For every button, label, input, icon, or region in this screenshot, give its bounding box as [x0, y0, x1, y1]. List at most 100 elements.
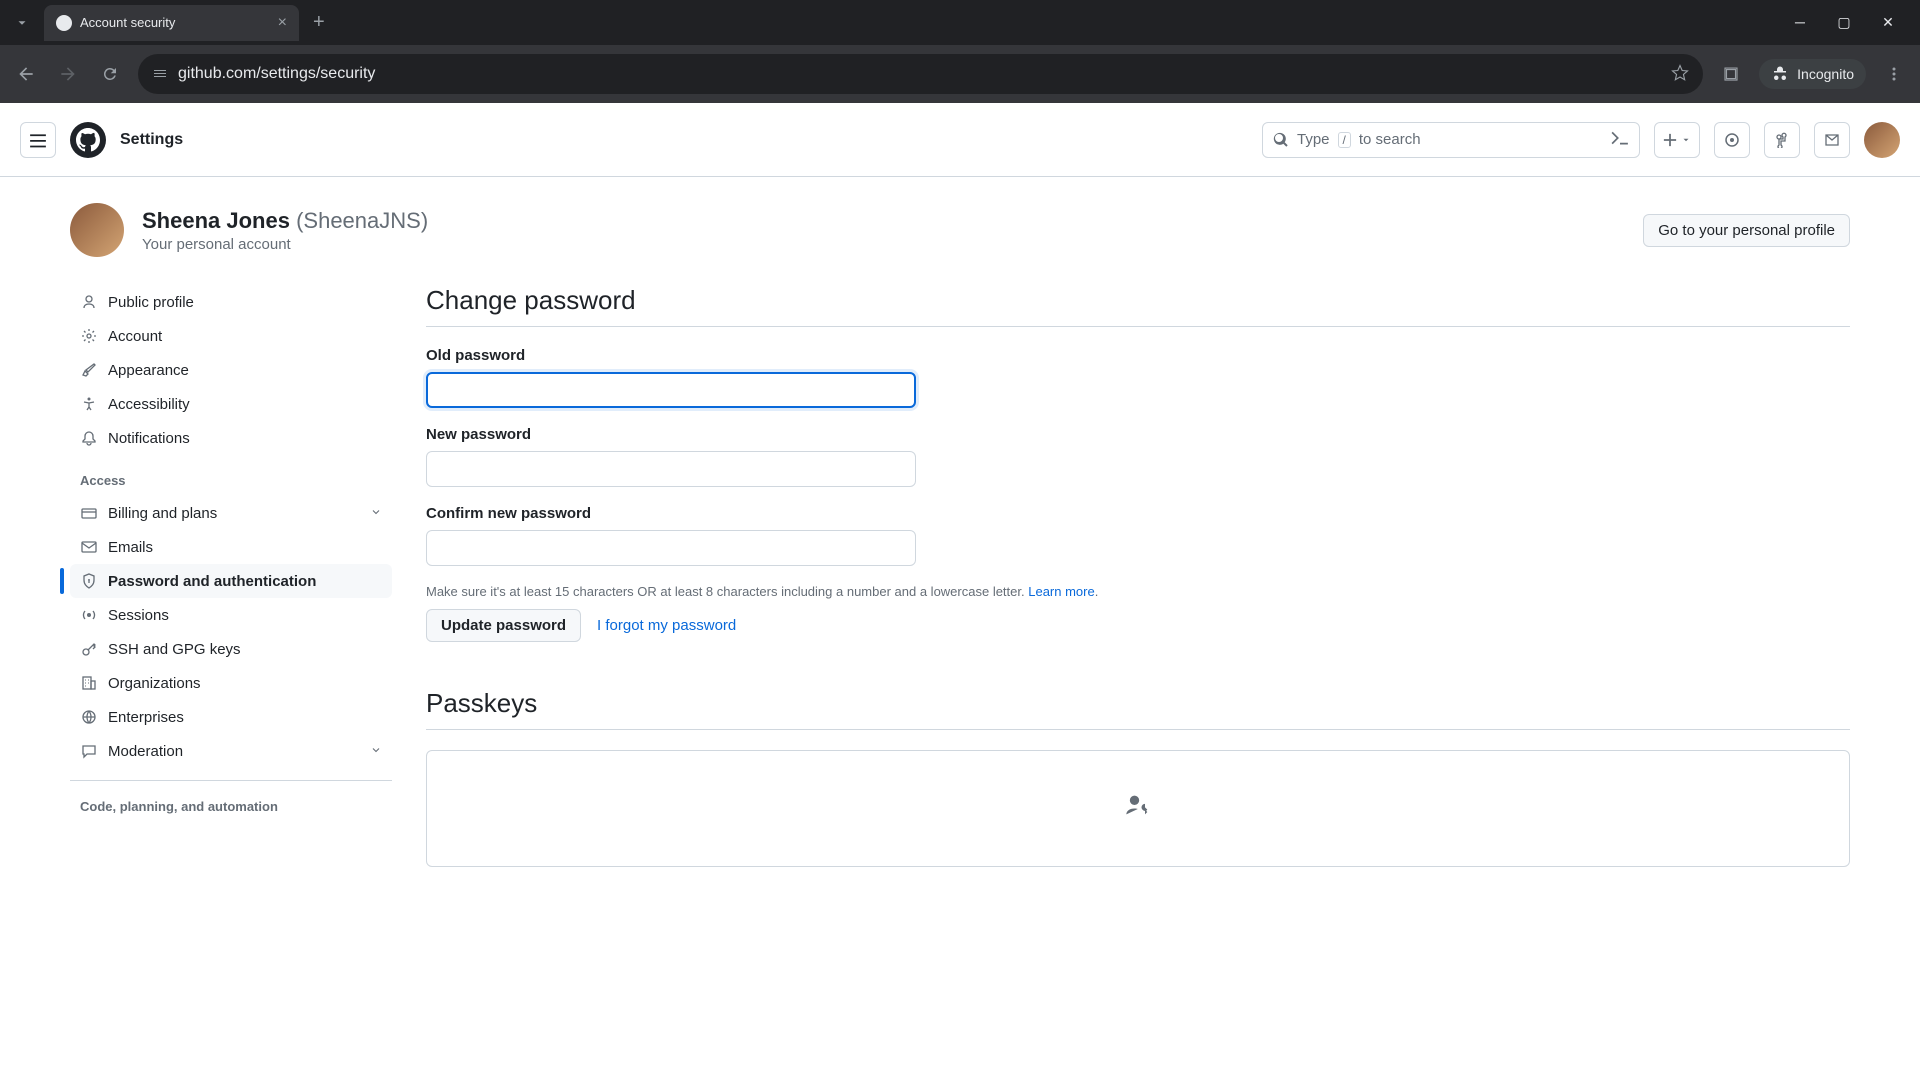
- browser-tab[interactable]: Account security ×: [44, 5, 299, 41]
- github-logo[interactable]: [70, 122, 106, 158]
- sidebar-item-notifications[interactable]: Notifications: [70, 421, 392, 455]
- forgot-password-link[interactable]: I forgot my password: [597, 617, 736, 634]
- incognito-icon: [1771, 65, 1789, 83]
- new-password-label: New password: [426, 426, 1850, 443]
- sidebar-item-account[interactable]: Account: [70, 319, 392, 353]
- old-password-label: Old password: [426, 347, 1850, 364]
- maximize-button[interactable]: ▢: [1832, 14, 1856, 31]
- profile-header: Sheena Jones (SheenaJNS) Your personal a…: [0, 177, 1920, 257]
- user-avatar[interactable]: [1864, 122, 1900, 158]
- passkeys-box: [426, 750, 1850, 867]
- sidebar-item-moderation[interactable]: Moderation: [70, 734, 392, 768]
- sidebar-item-sessions[interactable]: Sessions: [70, 598, 392, 632]
- issues-button[interactable]: [1714, 122, 1750, 158]
- sidebar-item-label: Sessions: [108, 607, 169, 624]
- organization-icon: [80, 674, 98, 692]
- change-password-heading: Change password: [426, 285, 1850, 327]
- go-to-profile-button[interactable]: Go to your personal profile: [1643, 214, 1850, 247]
- passkeys-heading: Passkeys: [426, 688, 1850, 730]
- old-password-input[interactable]: [426, 372, 916, 408]
- create-new-button[interactable]: [1654, 122, 1700, 158]
- sidebar-divider: [70, 780, 392, 781]
- sidebar-item-label: Public profile: [108, 294, 194, 311]
- sidebar-item-appearance[interactable]: Appearance: [70, 353, 392, 387]
- sidebar-group-code: Code, planning, and automation: [70, 793, 392, 822]
- chevron-down-icon: [370, 743, 382, 760]
- browser-address-bar: github.com/settings/security Incognito: [0, 45, 1920, 103]
- site-settings-icon[interactable]: [152, 65, 168, 84]
- incognito-label: Incognito: [1797, 66, 1854, 82]
- sidebar-group-access: Access: [70, 455, 392, 496]
- notifications-button[interactable]: [1814, 122, 1850, 158]
- sidebar-item-label: Password and authentication: [108, 573, 316, 590]
- sidebar-item-label: Account: [108, 328, 162, 345]
- globe-icon: [80, 708, 98, 726]
- sidebar-item-label: Accessibility: [108, 396, 190, 413]
- github-header: Settings Type / to search: [0, 103, 1920, 177]
- tab-title: Account security: [80, 15, 175, 30]
- chevron-down-icon: [370, 505, 382, 522]
- sidebar-item-label: SSH and GPG keys: [108, 641, 241, 658]
- url-input[interactable]: github.com/settings/security: [138, 54, 1703, 94]
- sidebar-item-password-auth[interactable]: Password and authentication: [70, 564, 392, 598]
- broadcast-icon: [80, 606, 98, 624]
- bell-icon: [80, 429, 98, 447]
- close-window-button[interactable]: ✕: [1876, 14, 1900, 31]
- password-hint: Make sure it's at least 15 characters OR…: [426, 584, 1850, 599]
- settings-sidebar: Public profile Account Appearance Access…: [70, 285, 392, 867]
- sidebar-item-label: Billing and plans: [108, 505, 217, 522]
- profile-subtitle: Your personal account: [142, 236, 428, 253]
- page-title: Settings: [120, 131, 183, 149]
- sidebar-item-label: Appearance: [108, 362, 189, 379]
- browser-tab-strip: Account security × + ─ ▢ ✕: [0, 0, 1920, 45]
- sidebar-item-accessibility[interactable]: Accessibility: [70, 387, 392, 421]
- sidebar-item-organizations[interactable]: Organizations: [70, 666, 392, 700]
- url-text: github.com/settings/security: [178, 65, 375, 83]
- sidebar-item-label: Moderation: [108, 743, 183, 760]
- search-icon: [1273, 132, 1289, 148]
- main-content: Change password Old password New passwor…: [426, 285, 1850, 867]
- gear-icon: [80, 327, 98, 345]
- back-button[interactable]: [12, 60, 40, 88]
- sidebar-item-billing[interactable]: Billing and plans: [70, 496, 392, 530]
- sidebar-item-ssh-keys[interactable]: SSH and GPG keys: [70, 632, 392, 666]
- accessibility-icon: [80, 395, 98, 413]
- browser-menu-icon[interactable]: [1880, 60, 1908, 88]
- sidebar-item-emails[interactable]: Emails: [70, 530, 392, 564]
- shield-lock-icon: [80, 572, 98, 590]
- card-icon: [80, 504, 98, 522]
- window-controls: ─ ▢ ✕: [1788, 14, 1912, 31]
- tab-close-icon[interactable]: ×: [278, 14, 287, 32]
- search-key-hint: /: [1338, 132, 1351, 148]
- minimize-button[interactable]: ─: [1788, 14, 1812, 31]
- sidebar-item-public-profile[interactable]: Public profile: [70, 285, 392, 319]
- extensions-icon[interactable]: [1717, 60, 1745, 88]
- update-password-button[interactable]: Update password: [426, 609, 581, 642]
- confirm-password-input[interactable]: [426, 530, 916, 566]
- key-icon: [80, 640, 98, 658]
- search-prefix: Type: [1297, 131, 1330, 148]
- profile-name: Sheena Jones (SheenaJNS): [142, 208, 428, 234]
- search-input[interactable]: Type / to search: [1262, 122, 1640, 158]
- command-palette-icon[interactable]: [1611, 129, 1629, 151]
- sidebar-item-enterprises[interactable]: Enterprises: [70, 700, 392, 734]
- tab-search-dropdown[interactable]: [8, 9, 36, 37]
- person-icon: [80, 293, 98, 311]
- new-password-input[interactable]: [426, 451, 916, 487]
- plus-icon: [1663, 133, 1677, 147]
- pull-requests-button[interactable]: [1764, 122, 1800, 158]
- bookmark-star-icon[interactable]: [1671, 64, 1689, 85]
- sidebar-item-label: Notifications: [108, 430, 190, 447]
- reload-button[interactable]: [96, 60, 124, 88]
- nav-menu-button[interactable]: [20, 122, 56, 158]
- learn-more-link[interactable]: Learn more: [1028, 584, 1094, 599]
- confirm-password-label: Confirm new password: [426, 505, 1850, 522]
- sidebar-item-label: Emails: [108, 539, 153, 556]
- tab-favicon: [56, 15, 72, 31]
- forward-button[interactable]: [54, 60, 82, 88]
- new-tab-button[interactable]: +: [307, 11, 331, 34]
- profile-avatar[interactable]: [70, 203, 124, 257]
- incognito-badge[interactable]: Incognito: [1759, 59, 1866, 89]
- sidebar-item-label: Enterprises: [108, 709, 184, 726]
- search-suffix: to search: [1359, 131, 1421, 148]
